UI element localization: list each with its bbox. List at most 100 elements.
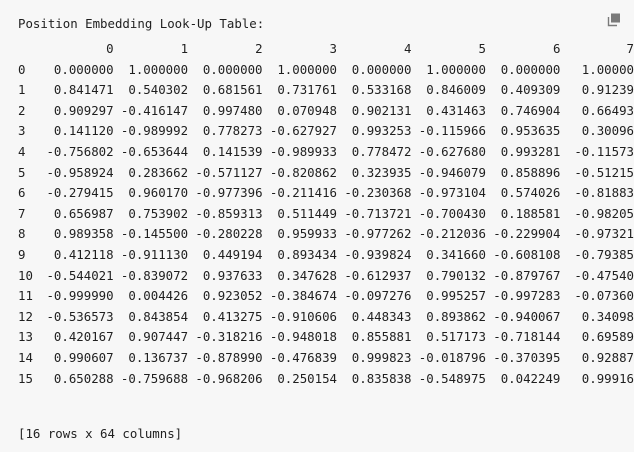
cell-output-panel: Position Embedding Look-Up Table: 0 1 2 … bbox=[0, 0, 634, 452]
table-row: 14 0.990607 0.136737 -0.878990 -0.476839 0.99… bbox=[18, 348, 634, 369]
table-cell: 0.574026 bbox=[500, 185, 561, 201]
row-index: 8 bbox=[18, 226, 26, 242]
table-cell: 0.959933 bbox=[277, 226, 337, 242]
table-cell: -0.097276 bbox=[344, 288, 412, 304]
table-cell: -0.81883 bbox=[574, 185, 634, 201]
copy-output-button[interactable] bbox=[606, 12, 622, 28]
table-body: 0 0.000000 1.000000 0.000000 1.000000 0.00000… bbox=[18, 60, 634, 390]
table-cell: -0.989933 bbox=[269, 143, 337, 159]
table-cell: -0.98205 bbox=[574, 205, 634, 221]
table-cell: 0.409309 bbox=[500, 82, 561, 98]
table-row: 1 0.841471 0.540302 0.681561 0.731761 0.53316… bbox=[18, 80, 634, 101]
table-cell: -0.756802 bbox=[46, 143, 114, 159]
table-cell: 0.69589 bbox=[581, 329, 634, 345]
table-cell: 0.893862 bbox=[426, 308, 486, 324]
table-cell: 0.136737 bbox=[128, 349, 189, 365]
table-cell: -0.97321 bbox=[574, 226, 634, 242]
table-row: 13 0.420167 0.907447 -0.318216 -0.948018 0.85… bbox=[18, 327, 634, 348]
dataframe-table-container: 0 1 2 3 4 5 6 7 0 0.000000 1.000000 0.00000… bbox=[18, 39, 634, 389]
table-cell: -0.11573 bbox=[574, 143, 634, 159]
table-cell: -0.879767 bbox=[493, 267, 561, 283]
table-cell: -0.859313 bbox=[195, 205, 263, 221]
table-cell: 0.517173 bbox=[426, 329, 486, 345]
dataframe-table: 0 1 2 3 4 5 6 7 0 0.000000 1.000000 0.00000… bbox=[18, 39, 634, 389]
table-cell: 0.323935 bbox=[351, 164, 412, 180]
table-cell: 0.141539 bbox=[202, 143, 263, 159]
table-cell: 0.420167 bbox=[53, 329, 114, 345]
row-index: 2 bbox=[18, 102, 26, 118]
column-header: 3 bbox=[329, 41, 337, 56]
table-cell: -0.713721 bbox=[344, 205, 412, 221]
table-row: 10 -0.544021 -0.839072 0.937633 0.347628 -0.6… bbox=[18, 266, 634, 287]
table-cell: -0.318216 bbox=[195, 329, 263, 345]
table-cell: 0.141120 bbox=[53, 123, 114, 139]
table-cell: 0.99916 bbox=[581, 370, 634, 386]
table-cell: -0.878990 bbox=[195, 349, 263, 365]
table-cell: 0.893434 bbox=[277, 246, 337, 262]
table-row: 2 0.909297 -0.416147 0.997480 0.070948 0.9021… bbox=[18, 101, 634, 122]
column-header: 5 bbox=[478, 41, 486, 56]
column-header: 4 bbox=[404, 41, 412, 56]
table-cell: 0.449194 bbox=[202, 246, 263, 262]
table-cell: 0.995257 bbox=[426, 288, 486, 304]
table-cell: 0.909297 bbox=[53, 102, 114, 118]
table-cell: -0.839072 bbox=[120, 267, 189, 283]
row-index: 3 bbox=[18, 123, 26, 139]
table-cell: 0.778273 bbox=[202, 123, 263, 139]
index-header bbox=[18, 39, 39, 60]
table-cell: 0.341660 bbox=[426, 246, 486, 262]
table-row: 0 0.000000 1.000000 0.000000 1.000000 0.00000… bbox=[18, 60, 634, 81]
table-cell: -0.416147 bbox=[120, 102, 189, 118]
output-title: Position Embedding Look-Up Table: bbox=[18, 16, 265, 31]
table-cell: 0.790132 bbox=[426, 267, 486, 283]
table-cell: 1.000000 bbox=[277, 61, 337, 77]
table-cell: -0.627927 bbox=[269, 123, 337, 139]
table-cell: -0.911130 bbox=[120, 246, 189, 262]
row-index: 5 bbox=[18, 164, 26, 180]
table-cell: 0.92887 bbox=[581, 349, 634, 365]
table-cell: 0.999823 bbox=[351, 349, 412, 365]
row-index: 6 bbox=[18, 185, 26, 201]
table-row: 6 -0.279415 0.960170 -0.977396 -0.211416 -0.2… bbox=[18, 183, 634, 204]
table-cell: 0.753902 bbox=[128, 205, 189, 221]
table-cell: 0.993281 bbox=[500, 143, 561, 159]
table-cell: 0.656987 bbox=[53, 205, 114, 221]
row-index: 13 bbox=[18, 329, 33, 345]
table-shape-summary: [16 rows x 64 columns] bbox=[18, 426, 183, 441]
table-cell: 1.00000 bbox=[581, 61, 634, 77]
table-row: 4 -0.756802 -0.653644 0.141539 -0.989933 0.77… bbox=[18, 142, 634, 163]
table-cell: -0.07360 bbox=[574, 288, 634, 304]
table-cell: 0.30096 bbox=[581, 123, 634, 139]
column-header: 0 bbox=[106, 41, 114, 56]
table-cell: -0.115966 bbox=[418, 123, 486, 139]
table-cell: -0.230368 bbox=[344, 185, 412, 201]
table-cell: -0.211416 bbox=[269, 185, 337, 201]
table-row: 8 0.989358 -0.145500 -0.280228 0.959933 -0.97… bbox=[18, 224, 634, 245]
table-cell: 0.937633 bbox=[202, 267, 263, 283]
table-cell: -0.370395 bbox=[493, 349, 561, 365]
table-cell: 0.347628 bbox=[277, 267, 337, 283]
row-index: 4 bbox=[18, 143, 26, 159]
table-row: 15 0.650288 -0.759688 -0.968206 0.250154 0.83… bbox=[18, 369, 634, 390]
table-cell: -0.973104 bbox=[418, 185, 486, 201]
column-header: 7 bbox=[626, 41, 634, 56]
table-cell: -0.946079 bbox=[418, 164, 486, 180]
row-index: 14 bbox=[18, 349, 33, 365]
column-header: 1 bbox=[180, 41, 189, 56]
table-cell: -0.476839 bbox=[269, 349, 337, 365]
table-cell: 0.91239 bbox=[581, 82, 634, 98]
table-row: 9 0.412118 -0.911130 0.449194 0.893434 -0.939… bbox=[18, 245, 634, 266]
row-index: 0 bbox=[18, 61, 26, 77]
column-header-row: 0 1 2 3 4 5 6 7 bbox=[18, 39, 634, 60]
row-index: 12 bbox=[18, 308, 33, 324]
table-cell: 0.953635 bbox=[500, 123, 561, 139]
table-cell: -0.958924 bbox=[46, 164, 114, 180]
row-index: 7 bbox=[18, 205, 26, 221]
table-cell: -0.536573 bbox=[46, 308, 114, 324]
table-cell: 0.188581 bbox=[500, 205, 561, 221]
table-cell: -0.968206 bbox=[195, 370, 263, 386]
table-cell: -0.940067 bbox=[493, 308, 561, 324]
table-cell: 0.540302 bbox=[128, 82, 189, 98]
table-row: 3 0.141120 -0.989992 0.778273 -0.627927 0.993… bbox=[18, 121, 634, 142]
table-cell: -0.47540 bbox=[574, 267, 634, 283]
